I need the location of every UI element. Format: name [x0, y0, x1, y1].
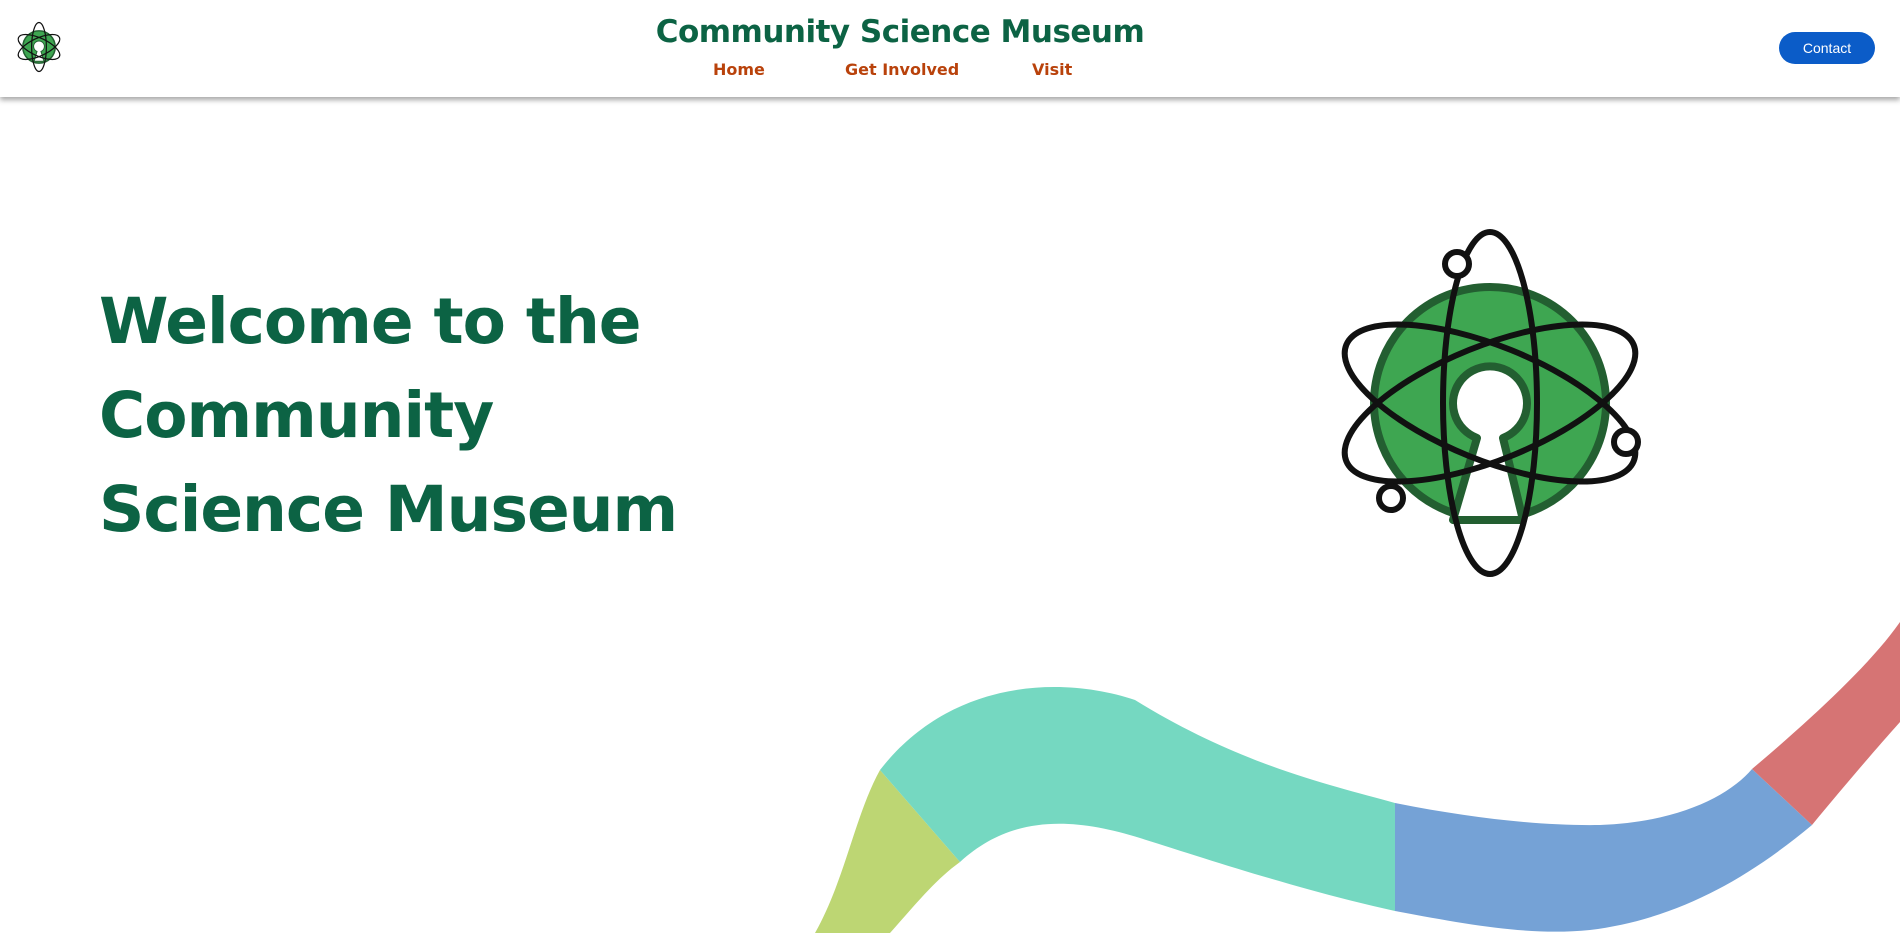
hero-heading-line-1: Welcome to the [99, 285, 642, 358]
hero-heading: Welcome to the Community Science Museum [99, 275, 799, 557]
nav-get-involved-link[interactable]: Get Involved [845, 60, 959, 79]
nav-home-link[interactable]: Home [713, 60, 765, 79]
site-title: Community Science Museum [655, 14, 1145, 50]
hero-heading-line-2: Community [99, 379, 494, 452]
nav-visit-link[interactable]: Visit [1032, 60, 1072, 79]
site-header: Community Science Museum Home Get Involv… [0, 0, 1900, 97]
atom-keyhole-logo-icon [1341, 229, 1641, 577]
wave-blue-segment [1395, 769, 1812, 932]
contact-button[interactable]: Contact [1779, 32, 1875, 64]
main-nav: Home Get Involved Visit [0, 60, 1900, 84]
hero-heading-line-3: Science Museum [99, 473, 678, 546]
page: Community Science Museum Home Get Involv… [0, 0, 1900, 933]
wave-teal-segment [880, 687, 1395, 911]
